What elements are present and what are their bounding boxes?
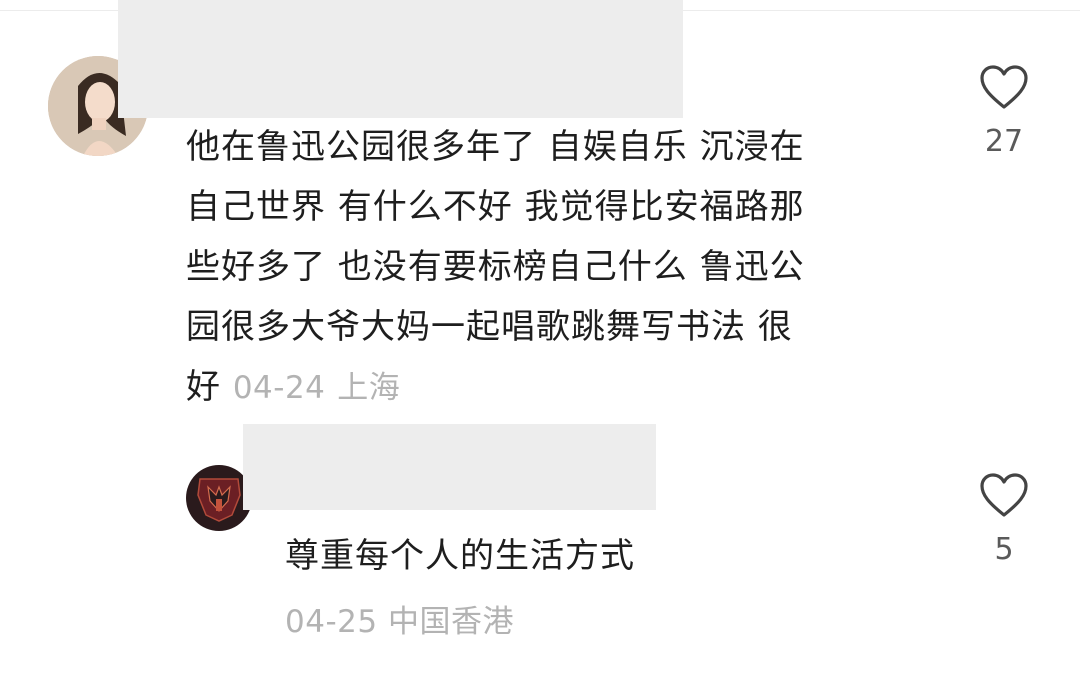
comment-like-count: 27	[984, 124, 1024, 159]
reply-date: 04-25	[285, 604, 378, 640]
comment-line: 自己世界 有什么不好 我觉得比安福路那	[186, 187, 805, 227]
reply-meta: 04-25 中国香港	[285, 602, 514, 642]
comment-line: 好	[186, 367, 221, 407]
reply-like-button[interactable]: 5	[964, 472, 1044, 567]
heart-outline-icon	[980, 473, 1028, 517]
comment-line: 他在鲁迅公园很多年了 自娱自乐 沉浸在	[186, 127, 805, 167]
comment-like-button[interactable]: 27	[964, 64, 1044, 159]
heart-outline-icon	[980, 65, 1028, 109]
reply-location: 中国香港	[387, 604, 514, 640]
comment-last-line: 好 04-24 上海	[186, 357, 805, 418]
commenter-name-redacted	[118, 0, 683, 118]
comment-body: 他在鲁迅公园很多年了 自娱自乐 沉浸在 自己世界 有什么不好 我觉得比安福路那 …	[186, 117, 805, 418]
replier-name-redacted	[243, 424, 656, 510]
reply-like-count: 5	[994, 532, 1014, 567]
comment-date: 04-24	[232, 370, 326, 406]
comment-line: 园很多大爷大妈一起唱歌跳舞写书法 很	[186, 307, 793, 347]
comment-location: 上海	[337, 370, 401, 406]
comment-line: 些好多了 也没有要标榜自己什么 鲁迅公	[186, 247, 805, 287]
reply-body: 尊重每个人的生活方式	[285, 536, 635, 576]
